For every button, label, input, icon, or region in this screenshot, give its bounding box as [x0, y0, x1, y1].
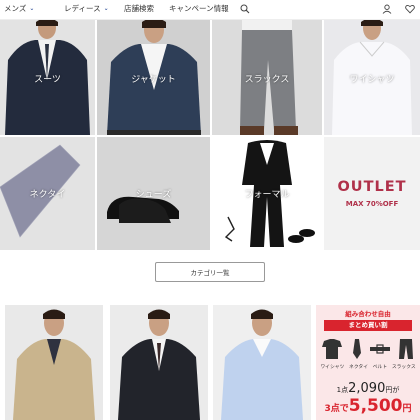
- category-tile-shoes[interactable]: シューズ: [97, 137, 210, 250]
- bundle-item-label: スラックス: [391, 365, 416, 370]
- category-label-jacket: ジャケット: [131, 75, 176, 85]
- bundle-item-label: ベルト: [372, 365, 388, 370]
- nav-store-search-label: 店舗検索: [124, 4, 154, 13]
- promo-price-bundle: 3点で5,500円: [316, 396, 420, 416]
- product-card-shirt[interactable]: [213, 305, 311, 420]
- category-list-button[interactable]: カテゴリ一覧: [155, 262, 265, 282]
- promo-line2-suffix: 円: [402, 404, 412, 414]
- category-tile-suits[interactable]: スーツ: [0, 20, 95, 135]
- category-list-label: カテゴリ一覧: [190, 269, 230, 277]
- promo-tag: 組み合わせ自由: [345, 310, 391, 318]
- search-icon[interactable]: [240, 4, 250, 14]
- nav-ladies-label: レディース: [64, 4, 101, 13]
- category-grid: スーツ ジャケット スラックス ワイシャツ ネクタイ シューズ フォーマル OU…: [0, 20, 420, 250]
- coat-model-image: [5, 305, 103, 420]
- category-tile-slacks[interactable]: スラックス: [212, 20, 322, 135]
- chevron-down-icon: ⌄: [103, 5, 109, 12]
- promo-banner: まとめ買い割: [324, 320, 412, 331]
- promo-price-single: 1点2,090円が: [316, 377, 420, 396]
- shirt-model-image: [213, 305, 311, 420]
- category-label-dress-shirt: ワイシャツ: [349, 75, 395, 85]
- user-icon[interactable]: [382, 4, 392, 14]
- category-tile-dress-shirt[interactable]: ワイシャツ: [324, 20, 420, 135]
- promo-line1-prefix: 1点: [336, 386, 349, 394]
- chevron-down-icon: ⌄: [29, 5, 35, 12]
- promo-line2-prefix: 3点で: [324, 404, 349, 414]
- category-tile-jacket[interactable]: ジャケット: [97, 20, 210, 135]
- nav-mens-label: メンズ: [4, 4, 27, 13]
- category-tile-necktie[interactable]: ネクタイ: [0, 137, 95, 250]
- product-card-suit[interactable]: [110, 305, 208, 420]
- heart-icon[interactable]: [405, 4, 415, 14]
- category-label-shoes: シューズ: [135, 190, 172, 200]
- bundle-discount-promo[interactable]: 組み合わせ自由 まとめ買い割 ワイシャツ ネクタイ ベルト スラックス 1点2,…: [316, 305, 420, 420]
- bundle-items-icons: [322, 339, 413, 359]
- nav-store-search[interactable]: 店舗検索: [124, 3, 154, 14]
- promo-line1-suffix: 円が: [385, 386, 400, 394]
- category-label-necktie: ネクタイ: [29, 190, 66, 200]
- promo-line2-price: 5,500: [348, 396, 403, 416]
- category-tile-outlet[interactable]: OUTLET MAX 70%OFF: [324, 137, 420, 250]
- nav-mens[interactable]: メンズ ⌄: [4, 3, 34, 14]
- outlet-title: OUTLET: [337, 179, 407, 195]
- site-header: メンズ ⌄ レディース ⌄ 店舗検索 キャンペーン情報: [0, 0, 420, 20]
- category-label-slacks: スラックス: [244, 75, 290, 85]
- bundle-item-label: ワイシャツ: [320, 365, 345, 370]
- category-tile-formal[interactable]: フォーマル: [212, 137, 322, 250]
- category-label-suits: スーツ: [34, 75, 61, 85]
- nav-ladies[interactable]: レディース ⌄: [64, 3, 109, 14]
- promo-line1-price: 2,090: [348, 381, 386, 396]
- nav-campaign-label: キャンペーン情報: [169, 4, 229, 13]
- outlet-discount: MAX 70%OFF: [345, 200, 399, 208]
- bundle-items-labels: ワイシャツ ネクタイ ベルト スラックス: [318, 363, 418, 370]
- category-label-formal: フォーマル: [244, 190, 290, 200]
- product-card-coat[interactable]: [5, 305, 103, 420]
- suit-model-image: [110, 305, 208, 420]
- bundle-item-label: ネクタイ: [349, 365, 369, 370]
- nav-campaign[interactable]: キャンペーン情報: [169, 3, 229, 14]
